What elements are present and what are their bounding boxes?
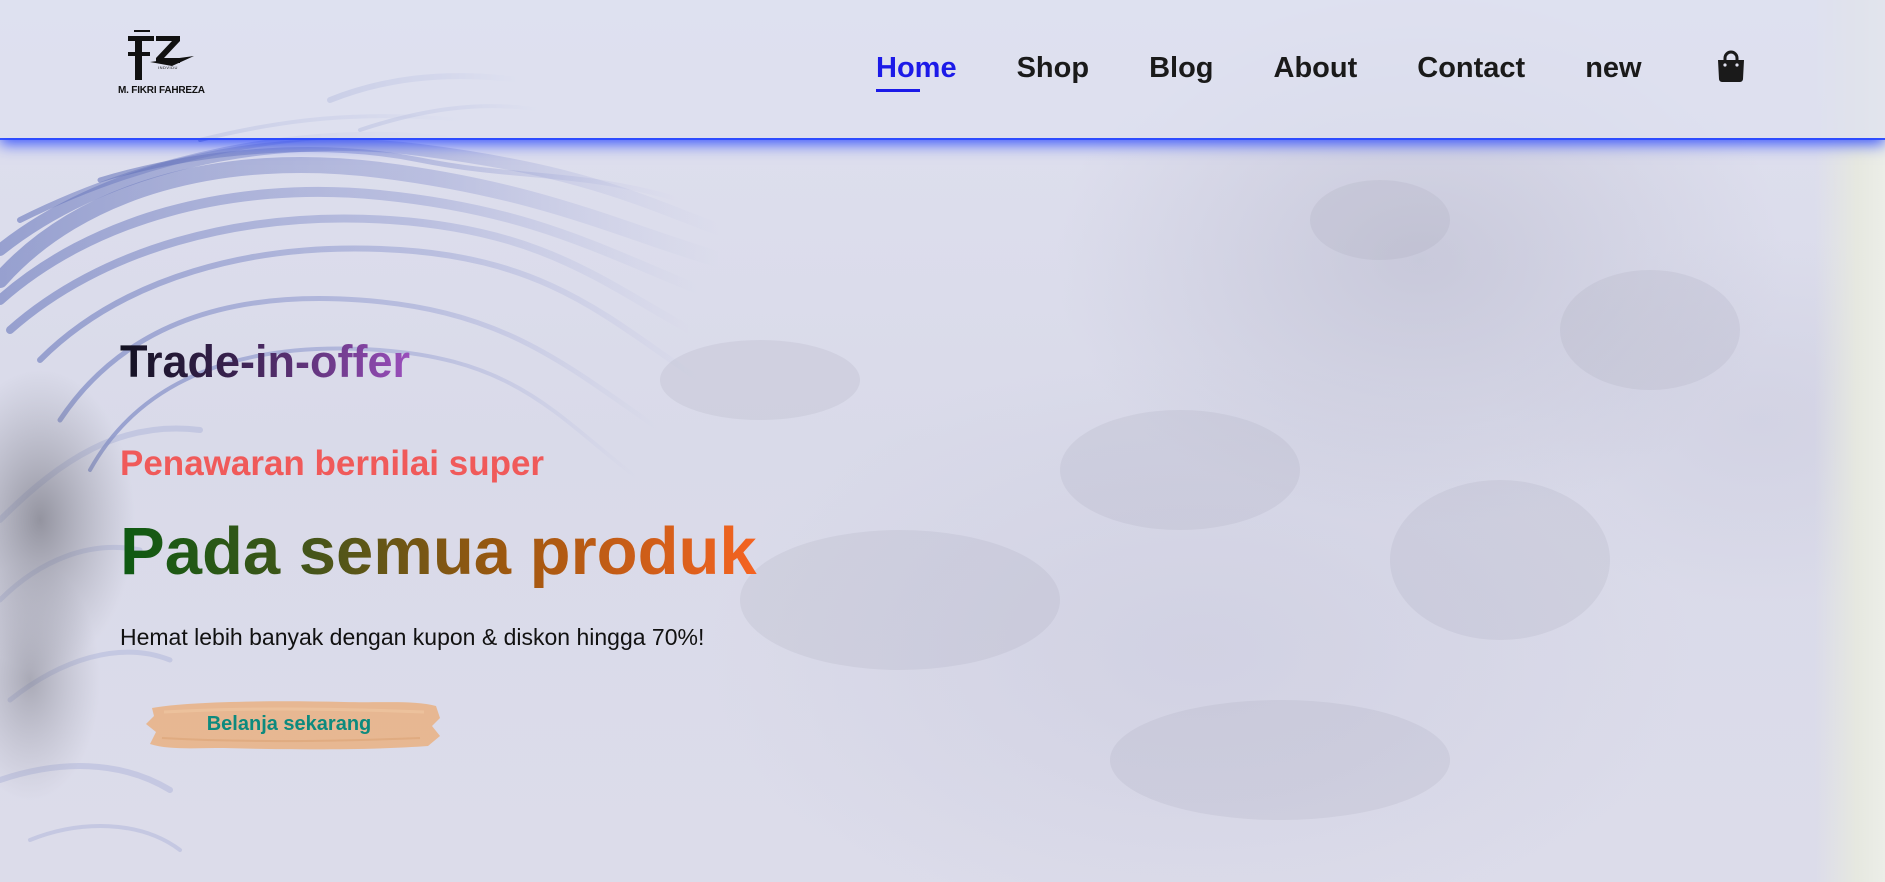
hero-title: Pada semua produk [120, 514, 757, 589]
hero-kicker: Trade-in-offer [120, 336, 411, 387]
hero-section: Trade-in-offer Penawaran bernilai super … [120, 336, 1020, 750]
fz-logo-icon [128, 30, 194, 80]
shop-now-label: Belanja sekarang [206, 713, 372, 735]
nav-shop[interactable]: Shop [1017, 50, 1090, 86]
nav-about[interactable]: About [1274, 50, 1358, 86]
shop-now-button[interactable]: Belanja sekarang [144, 688, 462, 760]
site-header: INDVIDU M. FIKRI FAHREZA Home Shop Blog … [0, 0, 1885, 138]
hero-subtitle: Penawaran bernilai super [120, 444, 545, 483]
brand-name: M. FIKRI FAHREZA [118, 85, 205, 96]
logo-subtext: INDVIDU [158, 65, 178, 70]
nav-contact[interactable]: Contact [1417, 50, 1525, 86]
main-nav: Home Shop Blog About Contact new [876, 50, 1702, 92]
brand-logo[interactable]: INDVIDU M. FIKRI FAHREZA [118, 28, 205, 100]
nav-blog[interactable]: Blog [1149, 50, 1213, 86]
shopping-bag-icon[interactable] [1716, 50, 1746, 82]
nav-new[interactable]: new [1585, 50, 1641, 86]
nav-home[interactable]: Home [876, 50, 957, 92]
hero-description: Hemat lebih banyak dengan kupon & diskon… [120, 624, 705, 650]
